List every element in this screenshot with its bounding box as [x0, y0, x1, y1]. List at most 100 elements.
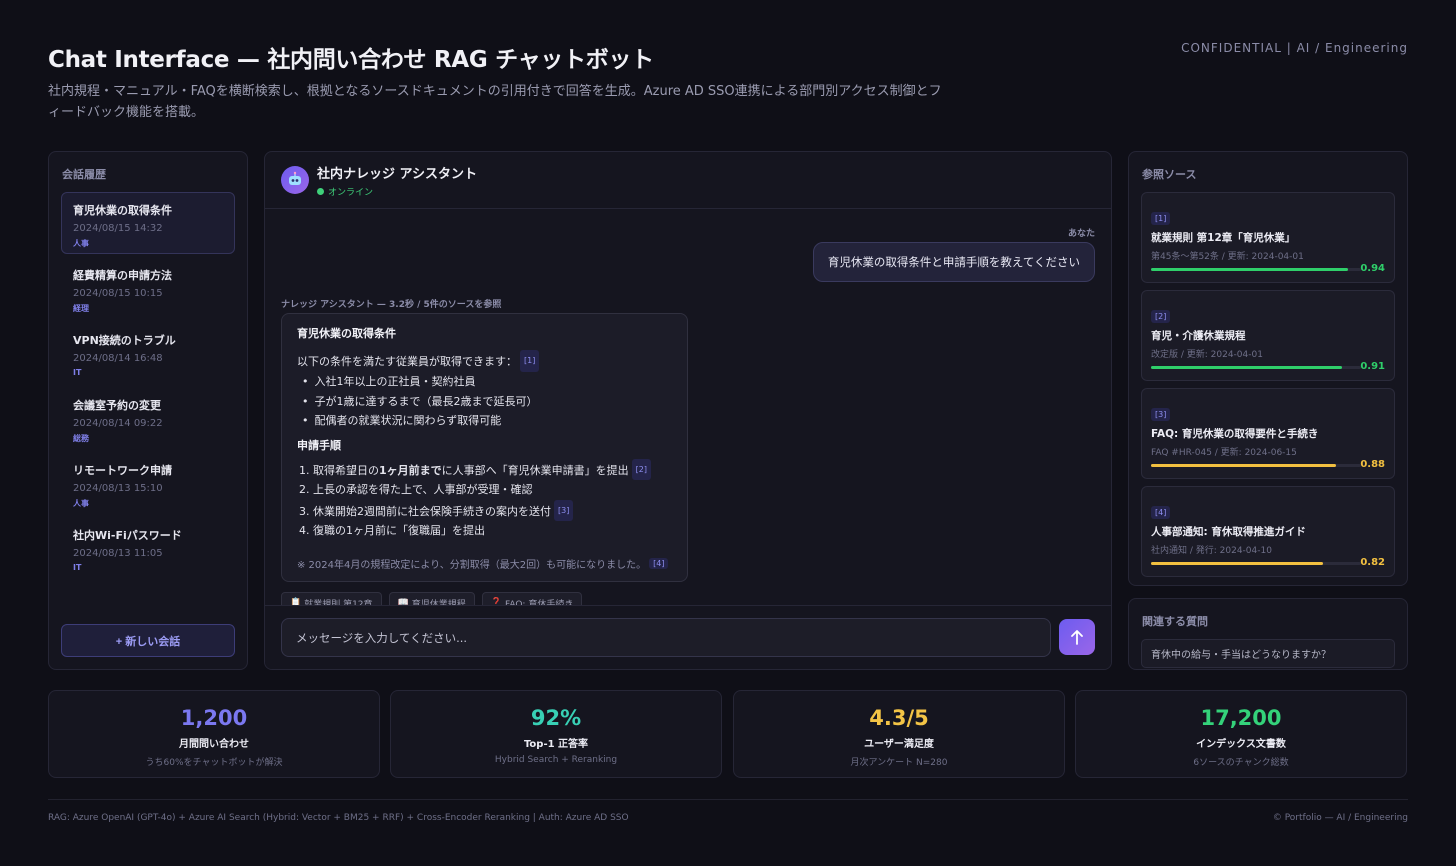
stat-sub: うち60%をチャットボットが解決 [145, 758, 283, 768]
confidential-label: CONFIDENTIAL | AI / Engineering [1181, 41, 1408, 55]
stat-label: 月間問い合わせ [179, 739, 249, 750]
source-title: FAQ: 育児休業の取得要件と手続き [1151, 428, 1319, 440]
history-heading: 会話履歴 [62, 168, 106, 181]
robot-icon [281, 166, 309, 194]
stat-label: Top-1 正答率 [523, 739, 589, 750]
source-meta: 第45条〜第52条 / 更新: 2024-04-01 [1151, 252, 1304, 262]
bot-answer: 育児休業の取得条件 以下の条件を満たす従業員が取得できます：[1] 入社1年以上… [281, 313, 688, 582]
source-number: [3] [1151, 408, 1171, 421]
conversation-item[interactable]: 育児休業の取得条件 2024/08/15 14:32 人事 [61, 192, 235, 254]
conversation-title: 育児休業の取得条件 [73, 204, 172, 217]
related-heading: 関連する質問 [1142, 615, 1208, 628]
source-title: 就業規則 第12章「育児休業」 [1151, 232, 1296, 244]
source-number: [1] [1151, 212, 1171, 225]
list-item: 復職の1ヶ月前に「復職届」を提出 [313, 521, 672, 541]
source-meta: FAQ #HR-045 / 更新: 2024-06-15 [1151, 448, 1297, 458]
step-text: 取得希望日の [313, 463, 379, 477]
conversation-item[interactable]: 経費精算の申請方法 2024/08/15 10:15 経理 [61, 257, 235, 319]
conversation-title: VPN接続のトラブル [73, 334, 176, 347]
relevance-score: 0.94 [1360, 263, 1385, 274]
source-meta: 改定版 / 更新: 2024-04-01 [1151, 350, 1263, 360]
conversation-tag: IT [73, 563, 82, 572]
stat-value: 4.3/5 [869, 706, 929, 730]
conversation-history-panel: 会話履歴 育児休業の取得条件 2024/08/15 14:32 人事 経費精算の… [48, 151, 248, 670]
list-item: 入社1年以上の正社員・契約社員 [302, 372, 672, 392]
source-card[interactable]: [4] 人事部通知: 育休取得推進ガイド 社内通知 / 発行: 2024-04-… [1141, 486, 1395, 577]
steps-list: 取得希望日の1ヶ月前までに人事部へ「育児休業申請書」を提出[2] 上長の承認を得… [297, 458, 672, 541]
message-composer [265, 605, 1111, 669]
bot-name: 社内ナレッジ アシスタント [317, 166, 478, 182]
citation-link[interactable]: [3] [554, 499, 574, 521]
source-card[interactable]: [1] 就業規則 第12章「育児休業」 第45条〜第52条 / 更新: 2024… [1141, 192, 1395, 283]
relevance-bar [1151, 366, 1361, 369]
stat-card: 4.3/5 ユーザー満足度 月次アンケート N=280 [733, 690, 1065, 778]
conversation-item[interactable]: 会議室予約の変更 2024/08/14 09:22 総務 [61, 387, 235, 449]
step-text: 休業開始2週間前に社会保険手続きの案内を送付 [313, 504, 551, 518]
chat-panel: 社内ナレッジ アシスタント オンライン あなた 育児休業の取得条件と申請手順を教… [264, 151, 1112, 670]
source-title: 育児・介護休業規程 [1151, 330, 1246, 342]
message-input[interactable] [281, 618, 1051, 657]
conversation-title: 社内Wi-Fiパスワード [73, 529, 182, 542]
conversation-item[interactable]: リモートワーク申請 2024/08/13 15:10 人事 [61, 452, 235, 514]
reference-sources-panel: 参照ソース [1] 就業規則 第12章「育児休業」 第45条〜第52条 / 更新… [1128, 151, 1408, 586]
conversation-tag: 人事 [73, 239, 89, 248]
relevance-bar [1151, 562, 1361, 565]
citation-link[interactable]: [2] [631, 458, 651, 480]
answer-heading: 申請手順 [297, 438, 341, 452]
conversation-time: 2024/08/15 14:32 [73, 223, 163, 234]
stat-value: 17,200 [1200, 706, 1282, 730]
new-chat-button[interactable]: + 新しい会話 [61, 624, 235, 657]
user-label: あなた [1067, 229, 1095, 239]
send-button[interactable] [1059, 619, 1095, 655]
arrow-up-icon [1071, 630, 1083, 645]
list-item: 休業開始2週間前に社会保険手続きの案内を送付[3] [313, 499, 672, 521]
conversation-title: リモートワーク申請 [73, 464, 172, 477]
related-questions-panel: 関連する質問 育休中の給与・手当はどうなりますか？ [1128, 598, 1408, 670]
answer-intro-text: 以下の条件を満たす従業員が取得できます： [297, 355, 517, 368]
citation-link[interactable]: [1] [520, 350, 540, 372]
related-question[interactable]: 育休中の給与・手当はどうなりますか？ [1141, 639, 1395, 668]
stat-label: ユーザー満足度 [864, 739, 934, 750]
relevance-score: 0.91 [1360, 361, 1385, 372]
relevance-fill [1151, 562, 1324, 565]
stat-card: 17,200 インデックス文書数 6ソースのチャンク総数 [1075, 690, 1407, 778]
source-card[interactable]: [3] FAQ: 育児休業の取得要件と手続き FAQ #HR-045 / 更新:… [1141, 388, 1395, 479]
conversation-item[interactable]: 社内Wi-Fiパスワード 2024/08/13 11:05 IT [61, 517, 235, 579]
conversation-item[interactable]: VPN接続のトラブル 2024/08/14 16:48 IT [61, 322, 235, 384]
conversation-tag: 人事 [73, 499, 89, 508]
user-message: 育児休業の取得条件と申請手順を教えてください [812, 242, 1095, 282]
stat-value: 1,200 [180, 706, 248, 730]
source-title: 人事部通知: 育休取得推進ガイド [1151, 526, 1306, 538]
footer-copyright: © Portfolio — AI / Engineering [1272, 813, 1408, 823]
list-item: 子が1歳に達するまで（最長2歳まで延長可） [302, 392, 672, 412]
answer-intro: 以下の条件を満たす従業員が取得できます： [1] [297, 350, 672, 372]
bot-meta: ナレッジ アシスタント — 3.2秒 / 5件のソースを参照 [281, 300, 502, 310]
relevance-bar [1151, 268, 1361, 271]
conversation-tag: 経理 [73, 304, 89, 313]
conditions-list: 入社1年以上の正社員・契約社員 子が1歳に達するまで（最長2歳まで延長可） 配偶… [297, 372, 672, 431]
answer-note: ※ 2024年4月の規程改定により、分割取得（最大2回）も可能になりました。 [4… [297, 556, 672, 571]
conversation-title: 経費精算の申請方法 [73, 269, 172, 282]
step-emphasis: 1ヶ月前まで [379, 463, 442, 477]
conversation-title: 会議室予約の変更 [73, 399, 161, 412]
footer-divider [48, 799, 1408, 800]
relevance-score: 0.82 [1360, 557, 1385, 568]
conversation-time: 2024/08/13 11:05 [73, 548, 163, 559]
answer-heading: 育児休業の取得条件 [297, 327, 396, 340]
relevance-fill [1151, 268, 1349, 271]
status-dot-icon [317, 187, 324, 195]
source-number: [4] [1151, 506, 1171, 519]
page-subtitle: 社内規程・マニュアル・FAQを横断検索し、根拠となるソースドキュメントの引用付き… [48, 84, 942, 120]
stat-card: 92% Top-1 正答率 Hybrid Search + Reranking [390, 690, 722, 778]
conversation-time: 2024/08/14 09:22 [73, 418, 163, 429]
online-status: オンライン [317, 185, 477, 198]
stat-label: インデックス文書数 [1196, 739, 1286, 750]
page-title: Chat Interface — 社内問い合わせ RAG チャットボット [48, 47, 654, 73]
source-card[interactable]: [2] 育児・介護休業規程 改定版 / 更新: 2024-04-01 0.91 [1141, 290, 1395, 381]
stat-value: 92% [530, 706, 582, 730]
citation-link[interactable]: [4] [649, 557, 669, 569]
list-item: 上長の承認を得た上で、人事部が受理・確認 [313, 480, 672, 500]
stat-sub: 月次アンケート N=280 [850, 758, 948, 768]
source-meta: 社内通知 / 発行: 2024-04-10 [1151, 546, 1272, 556]
source-number: [2] [1151, 310, 1171, 323]
